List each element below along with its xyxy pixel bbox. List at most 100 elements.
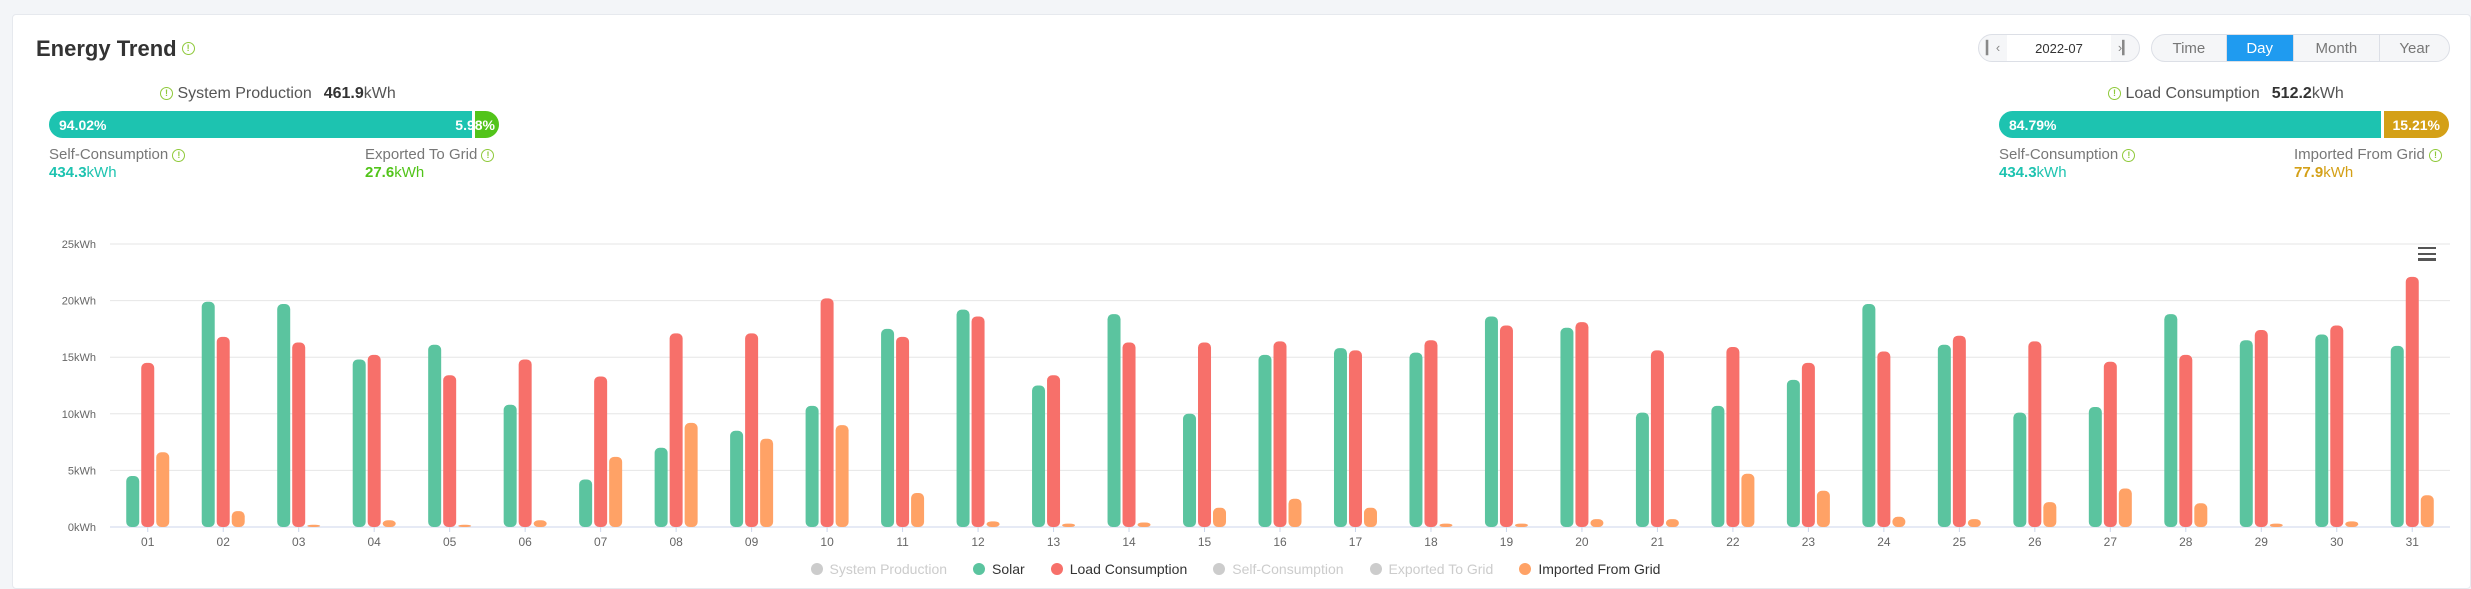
x-tick-label: 19 [1500,535,1514,549]
bar-solar [503,404,517,527]
x-tick-label: 21 [1651,535,1665,549]
x-tick-label: 02 [217,535,231,549]
bar-solar [1786,379,1800,527]
bar-solar [730,430,744,527]
bar-load-consumption [971,316,985,527]
bar-imported-from-grid [1363,507,1377,527]
x-tick-label: 12 [971,535,985,549]
bar-imported-from-grid [835,425,849,527]
x-tick-label: 28 [2179,535,2193,549]
legend-marker [1519,563,1532,575]
bar-load-consumption [594,376,608,527]
bar-load-consumption [1877,351,1891,527]
bar-load-consumption [2103,361,2117,527]
x-tick-label: 29 [2255,535,2269,549]
bar-solar [1484,316,1498,527]
bar-solar [277,303,291,527]
bar-imported-from-grid [1665,519,1679,527]
bar-imported-from-grid [458,524,472,527]
bar-load-consumption [518,359,532,527]
x-tick-label: 30 [2330,535,2344,549]
bar-load-consumption [2028,341,2042,527]
x-tick-label: 24 [1877,535,1891,549]
bar-load-consumption [367,354,381,527]
x-tick-label: 06 [518,535,532,549]
bar-solar [579,479,593,527]
bar-load-consumption [443,375,457,527]
bar-imported-from-grid [156,452,170,527]
bar-imported-from-grid [533,520,547,527]
x-tick-label: 05 [443,535,457,549]
bar-imported-from-grid [684,422,698,527]
y-tick-label: 0kWh [68,522,96,534]
x-tick-label: 25 [1953,535,1967,549]
energy-bar-chart: 0kWh 5kWh 10kWh 15kWh 20kWh 25kWh 01 02 03 04 05 06… [62,239,2450,549]
x-tick-label: 11 [896,535,909,549]
bar-solar [1862,303,1876,527]
x-tick-label: 27 [2104,535,2118,549]
bar-imported-from-grid [2269,523,2283,527]
bar-imported-from-grid [911,493,925,527]
legend-marker [973,563,986,575]
y-tick-label: 15kWh [62,352,96,364]
bar-load-consumption [896,336,910,527]
bar-solar [956,309,970,527]
bar-solar [428,344,442,527]
bar-solar [2390,345,2404,527]
bar-imported-from-grid [2118,488,2132,527]
bar-solar [1258,354,1272,527]
bar-imported-from-grid [382,520,396,527]
bar-load-consumption [2405,276,2419,527]
x-tick-label: 31 [2406,535,2420,549]
x-tick-label: 26 [2028,535,2042,549]
bar-imported-from-grid [760,438,774,527]
bar-load-consumption [141,362,155,527]
x-tick-label: 04 [368,535,382,549]
legend-marker [1369,563,1382,575]
bar-load-consumption [1499,325,1513,527]
bar-imported-from-grid [1062,523,1076,527]
bar-solar [1183,413,1197,527]
bar-load-consumption [1122,342,1136,527]
bar-solar [201,301,215,527]
bar-imported-from-grid [1514,523,1528,527]
bar-load-consumption [2330,325,2344,527]
bar-imported-from-grid [1741,473,1755,527]
x-tick-label: 10 [820,535,834,549]
legend-marker [810,563,823,575]
bar-imported-from-grid [1137,522,1151,527]
bar-imported-from-grid [1439,523,1453,527]
bar-imported-from-grid [1213,507,1227,527]
bar-solar [1635,412,1649,527]
bar-imported-from-grid [1288,498,1302,527]
x-tick-label: 17 [1349,535,1363,549]
bar-load-consumption [1047,375,1061,527]
bar-imported-from-grid [2043,502,2057,527]
bar-solar [1409,352,1423,527]
bar-imported-from-grid [1816,490,1830,527]
bar-load-consumption [1273,341,1287,527]
bar-load-consumption [1801,362,1815,527]
bar-load-consumption [1726,347,1740,527]
x-tick-label: 16 [1273,535,1287,549]
y-tick-label: 20kWh [62,296,96,308]
bar-solar [1032,385,1046,527]
y-tick-label: 10kWh [62,409,96,421]
bar-imported-from-grid [231,511,245,527]
bar-load-consumption [2254,330,2268,527]
bar-solar [805,405,819,527]
x-tick-label: 14 [1122,535,1136,549]
bar-load-consumption [820,298,834,527]
y-tick-label: 5kWh [68,465,96,477]
bar-solar [1107,314,1121,527]
bar-solar [1937,344,1951,527]
bar-imported-from-grid [2345,521,2359,527]
x-tick-label: 07 [594,535,608,549]
bar-load-consumption [216,336,230,527]
bar-solar [654,447,668,527]
bar-solar [352,359,366,527]
legend-marker [1050,563,1063,575]
bar-imported-from-grid [1590,519,1604,527]
bar-solar [881,328,895,527]
x-tick-label: 08 [669,535,683,549]
